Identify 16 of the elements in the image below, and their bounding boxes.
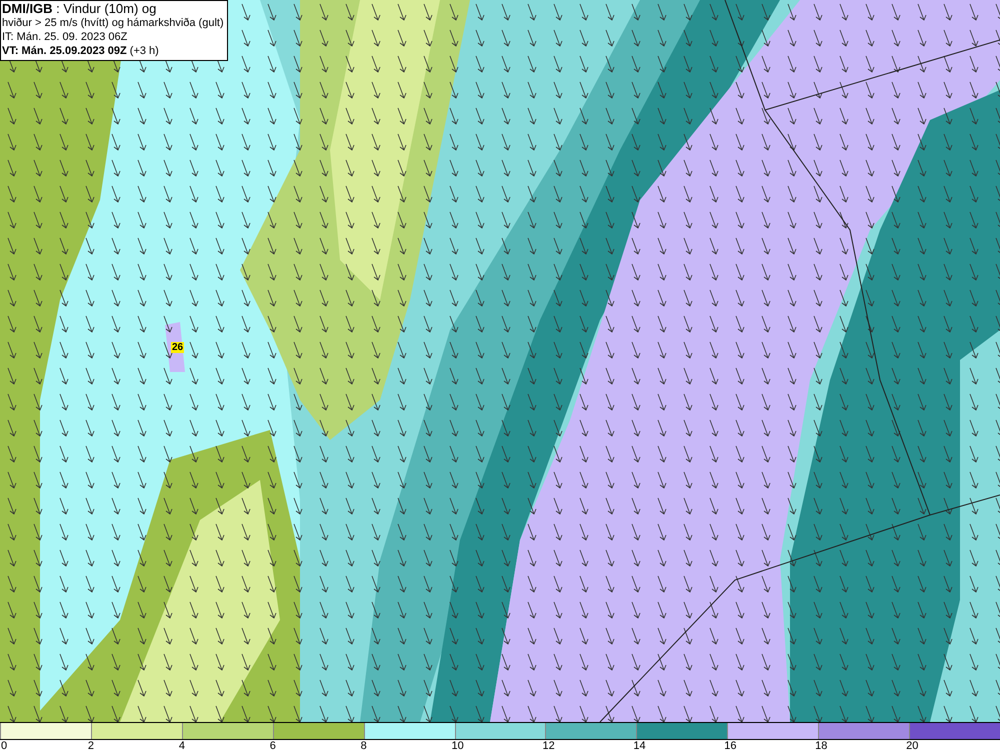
legend-tick-label: 20 bbox=[906, 740, 918, 753]
legend-tick-label: 8 bbox=[360, 740, 367, 753]
max-gust-label: 26 bbox=[171, 342, 184, 353]
info-text: DMI/IGB : Vindur (10m) og bbox=[2, 2, 158, 16]
legend-tick-label: 10 bbox=[452, 740, 464, 753]
legend-tick-label: 16 bbox=[724, 740, 737, 753]
info-text: IT: Mán. 25. 09. 2023 06Z bbox=[2, 30, 128, 44]
legend-tick-label: 0 bbox=[1, 740, 8, 753]
legend-tick-label: 14 bbox=[633, 740, 646, 753]
legend-tick-label: 4 bbox=[178, 740, 185, 753]
info-text: VT: Mán. 25.09.2023 09Z (+3 h) bbox=[2, 44, 160, 58]
info-text: hviður > 25 m/s (hvítt) og hámarkshviða (gult) bbox=[2, 16, 224, 30]
legend-tick-label: 2 bbox=[88, 740, 94, 753]
legend-tick-label: 12 bbox=[542, 740, 555, 753]
legend-tick-label: 6 bbox=[270, 740, 276, 753]
legend-tick-label: 18 bbox=[815, 740, 828, 753]
